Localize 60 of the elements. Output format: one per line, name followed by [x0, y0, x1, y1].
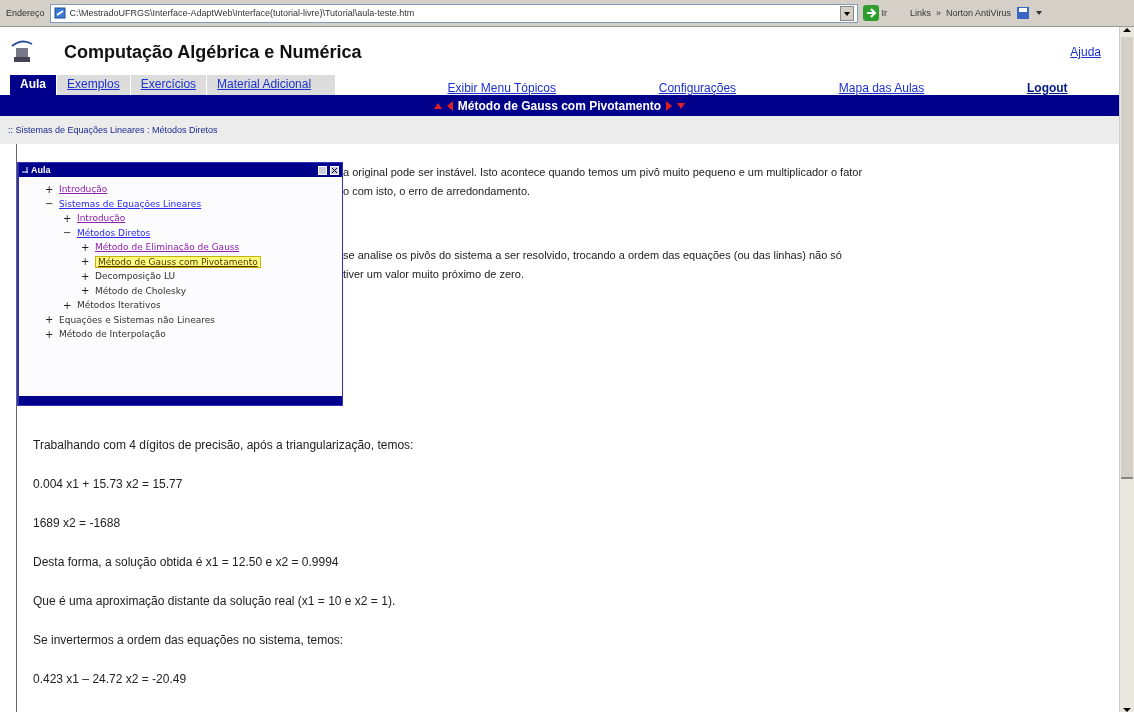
paragraph: Que é uma aproximação distante da solução real (x1 = 10 e x2 = 1). — [33, 593, 397, 610]
paragraph: 0.423 x1 – 24.72 x2 = -20.49 — [33, 671, 188, 688]
toggle-sign[interactable]: + — [81, 285, 89, 297]
paragraph: Se invertermos a ordem das equações no sistema, temos: — [33, 632, 345, 649]
topic-item[interactable]: Introdução — [59, 184, 108, 195]
paragraph: 0.004 x1 + 15.73 x2 = 15.77 — [33, 476, 184, 493]
up-arrow-icon[interactable] — [433, 101, 442, 110]
more-chevron[interactable]: » — [936, 8, 942, 18]
text-line: se analise os pivôs do sistema a ser resolvido, trocando a ordem das equações (ou das linhas) não só — [343, 248, 843, 263]
maximize-icon[interactable] — [318, 165, 327, 175]
topic-item[interactable]: Método de Gauss com Pivotamento — [95, 255, 261, 268]
toggle-sign[interactable]: + — [81, 241, 89, 253]
text-line: o com isto, o erro de arredondamento. — [343, 184, 532, 199]
nav-link[interactable]: Exibir Menu Tópicos — [447, 81, 556, 95]
toggle-sign[interactable]: − — [63, 227, 71, 239]
address-field[interactable]: C:\MestradoUFRGS\Interface-AdaptWeb\Interface(tutorial-livre)\Tutorial\aula-teste.htm — [49, 3, 858, 23]
nav-link[interactable]: Mapa das Aulas — [838, 81, 925, 95]
text-line: a original pode ser instável. Isto acontece quando temos um pivô muito pequeno e um multiplicador o fator — [343, 165, 863, 180]
topic-item[interactable]: Sistemas de Equações Lineares — [59, 198, 202, 209]
topic-item[interactable]: Introdução — [77, 213, 126, 224]
topic-item[interactable]: Decomposição LU — [95, 271, 176, 282]
scrollbar[interactable] — [1119, 27, 1134, 712]
breadcrumb: :: Sistemas de Equações Lineares : Métodos Diretos — [8, 125, 218, 135]
topic-item[interactable]: Métodos Iterativos — [77, 300, 161, 311]
toggle-sign[interactable]: + — [45, 314, 53, 326]
scroll-down-icon[interactable] — [1123, 707, 1131, 712]
topic-item[interactable]: Equações e Sistemas não Lineares — [59, 314, 215, 325]
toggle-sign[interactable]: + — [45, 183, 53, 195]
toolbar-label[interactable]: Norton AntiVirus — [946, 8, 1011, 18]
links-label[interactable]: Links — [910, 8, 932, 18]
toggle-sign[interactable]: + — [63, 212, 71, 224]
topic-item[interactable]: Método de Eliminação de Gauss — [95, 242, 240, 253]
site-title: Computação Algébrica e Numérica — [64, 41, 363, 63]
down-arrow-icon[interactable] — [677, 101, 686, 110]
toggle-sign[interactable]: − — [45, 198, 53, 210]
nav-tab[interactable]: Aula — [10, 75, 57, 95]
text-line: tiver um valor muito próximo de zero. — [343, 267, 525, 282]
caret-icon[interactable] — [1034, 9, 1043, 17]
paragraph: Desta forma, a solução obtida é x1 = 12.50 e x2 = 0.9994 — [33, 554, 340, 571]
toggle-sign[interactable]: + — [63, 299, 71, 311]
window-title: Aula — [31, 165, 52, 175]
topic-item[interactable]: Método de Cholesky — [95, 285, 186, 296]
paragraph: 1689 x2 = -1688 — [33, 515, 122, 532]
right-arrow-icon[interactable] — [665, 100, 674, 111]
topic-item[interactable]: Método de Interpolação — [59, 329, 166, 340]
address-label: Endereço — [6, 8, 45, 18]
toggle-sign[interactable]: + — [45, 328, 53, 340]
help-link[interactable]: Ajuda — [1070, 45, 1101, 59]
left-arrow-icon[interactable] — [445, 100, 454, 111]
window-icon — [22, 167, 28, 173]
topic-item[interactable]: Métodos Diretos — [77, 227, 151, 238]
paragraph: Trabalhando com 4 dígitos de precisão, após a triangularização, temos: — [33, 437, 415, 454]
page-icon — [53, 7, 66, 19]
toggle-sign[interactable]: + — [81, 256, 89, 268]
nav-link[interactable]: Configurações — [658, 81, 737, 95]
close-icon[interactable] — [330, 165, 339, 175]
nav-link[interactable]: Logout — [1026, 81, 1068, 95]
toggle-sign[interactable]: + — [81, 270, 89, 282]
dropdown-caret-icon[interactable] — [839, 5, 854, 21]
lesson-title: Método de Gauss com Pivotamento — [457, 98, 662, 113]
